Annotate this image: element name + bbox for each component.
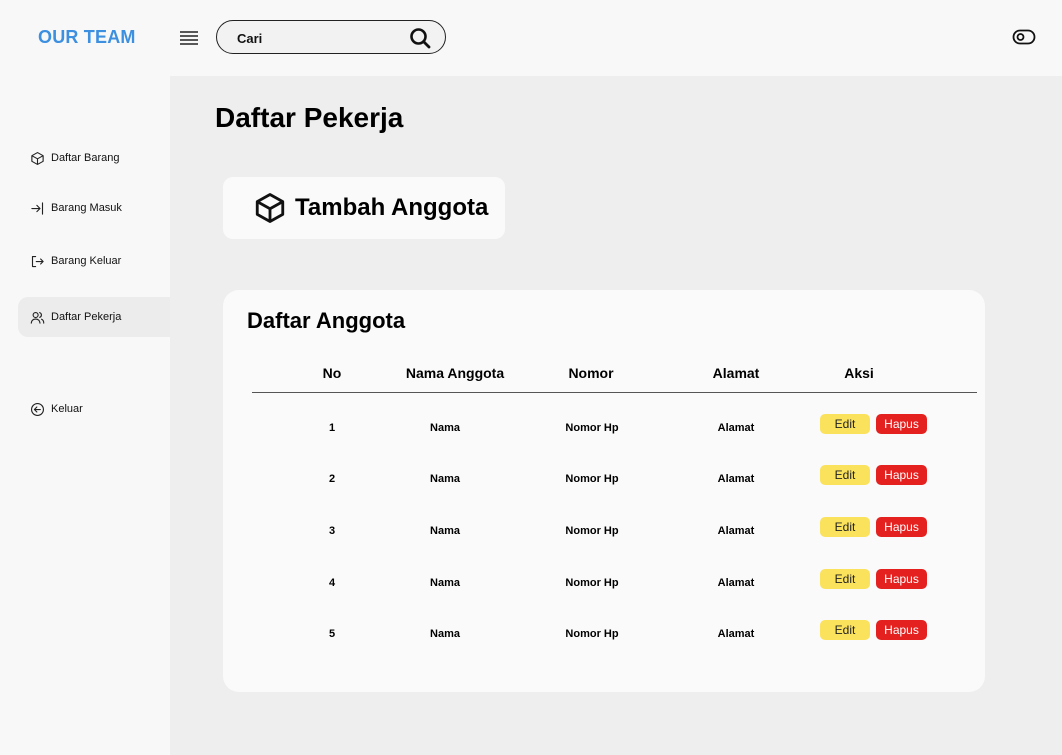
column-header-aksi: Aksi bbox=[844, 365, 874, 381]
sidebar-item-barang-masuk[interactable]: Barang Masuk bbox=[18, 188, 170, 228]
exit-icon bbox=[31, 255, 44, 267]
cell-no: 1 bbox=[328, 422, 336, 434]
sidebar-item-label: Daftar Pekerja bbox=[51, 311, 122, 323]
cell-alamat: Alamat bbox=[717, 525, 755, 537]
box-icon bbox=[255, 193, 285, 223]
arrow-in-icon bbox=[31, 201, 44, 215]
main-content: Daftar Pekerja Tambah Anggota Daftar Ang… bbox=[170, 76, 1062, 755]
search-icon[interactable] bbox=[409, 27, 431, 49]
cell-alamat: Alamat bbox=[717, 577, 755, 589]
cell-nama: Nama bbox=[430, 525, 460, 537]
delete-button[interactable]: Hapus bbox=[876, 569, 927, 589]
member-table-card: Daftar Anggota No Nama Anggota Nomor Ala… bbox=[223, 290, 985, 692]
cell-nomor: Nomor Hp bbox=[565, 628, 619, 640]
cell-nama: Nama bbox=[430, 473, 460, 485]
sidebar-item-daftar-barang[interactable]: Daftar Barang bbox=[18, 138, 170, 178]
cell-nama: Nama bbox=[430, 422, 460, 434]
sidebar-item-label: Keluar bbox=[51, 403, 83, 415]
edit-button[interactable]: Edit bbox=[820, 414, 870, 434]
cell-nama: Nama bbox=[430, 628, 460, 640]
table-title: Daftar Anggota bbox=[247, 308, 406, 333]
cell-alamat: Alamat bbox=[717, 473, 755, 485]
cell-alamat: Alamat bbox=[717, 422, 755, 434]
hamburger-menu-icon[interactable] bbox=[179, 30, 199, 46]
cell-no: 3 bbox=[328, 525, 336, 537]
cell-nama: Nama bbox=[430, 577, 460, 589]
cell-no: 4 bbox=[328, 577, 336, 589]
page-title: Daftar Pekerja bbox=[215, 102, 404, 133]
cell-nomor: Nomor Hp bbox=[565, 577, 619, 589]
cell-no: 5 bbox=[328, 628, 336, 640]
delete-button[interactable]: Hapus bbox=[876, 517, 927, 537]
column-header-alamat: Alamat bbox=[712, 365, 760, 381]
delete-button[interactable]: Hapus bbox=[876, 620, 927, 640]
cell-alamat: Alamat bbox=[717, 628, 755, 640]
edit-button[interactable]: Edit bbox=[820, 569, 870, 589]
cell-nomor: Nomor Hp bbox=[565, 422, 619, 434]
brand-logo[interactable]: OUR TEAM bbox=[38, 27, 136, 48]
table-row: 1 Nama Nomor Hp Alamat Edit Hapus bbox=[223, 414, 985, 444]
delete-button[interactable]: Hapus bbox=[876, 414, 927, 434]
cell-no: 2 bbox=[328, 473, 336, 485]
toggle-icon[interactable] bbox=[1012, 28, 1036, 46]
sidebar-item-label: Daftar Barang bbox=[51, 152, 120, 164]
add-member-label: Tambah Anggota bbox=[295, 194, 489, 221]
table-row: 2 Nama Nomor Hp Alamat Edit Hapus bbox=[223, 465, 985, 495]
box-icon bbox=[31, 151, 44, 165]
sidebar-item-daftar-pekerja[interactable]: Daftar Pekerja bbox=[18, 297, 170, 337]
column-header-nama: Nama Anggota bbox=[405, 365, 505, 381]
sidebar: Daftar Barang Barang Masuk Barang Keluar… bbox=[0, 76, 170, 755]
edit-button[interactable]: Edit bbox=[820, 465, 870, 485]
table-row: 3 Nama Nomor Hp Alamat Edit Hapus bbox=[223, 517, 985, 547]
search-bar bbox=[216, 20, 446, 54]
sidebar-item-barang-keluar[interactable]: Barang Keluar bbox=[18, 241, 170, 281]
column-header-nomor: Nomor bbox=[568, 365, 614, 381]
edit-button[interactable]: Edit bbox=[820, 517, 870, 537]
edit-button[interactable]: Edit bbox=[820, 620, 870, 640]
table-row: 4 Nama Nomor Hp Alamat Edit Hapus bbox=[223, 569, 985, 599]
back-circle-icon bbox=[31, 402, 44, 416]
sidebar-item-label: Barang Keluar bbox=[51, 255, 122, 267]
delete-button[interactable]: Hapus bbox=[876, 465, 927, 485]
add-member-button[interactable]: Tambah Anggota bbox=[223, 177, 505, 239]
column-header-no: No bbox=[322, 365, 342, 381]
cell-nomor: Nomor Hp bbox=[565, 525, 619, 537]
users-icon bbox=[30, 311, 45, 324]
table-row: 5 Nama Nomor Hp Alamat Edit Hapus bbox=[223, 620, 985, 650]
search-input[interactable] bbox=[237, 28, 407, 48]
sidebar-item-label: Barang Masuk bbox=[51, 202, 122, 214]
sidebar-item-keluar[interactable]: Keluar bbox=[18, 389, 170, 429]
cell-nomor: Nomor Hp bbox=[565, 473, 619, 485]
header-divider bbox=[252, 392, 977, 393]
